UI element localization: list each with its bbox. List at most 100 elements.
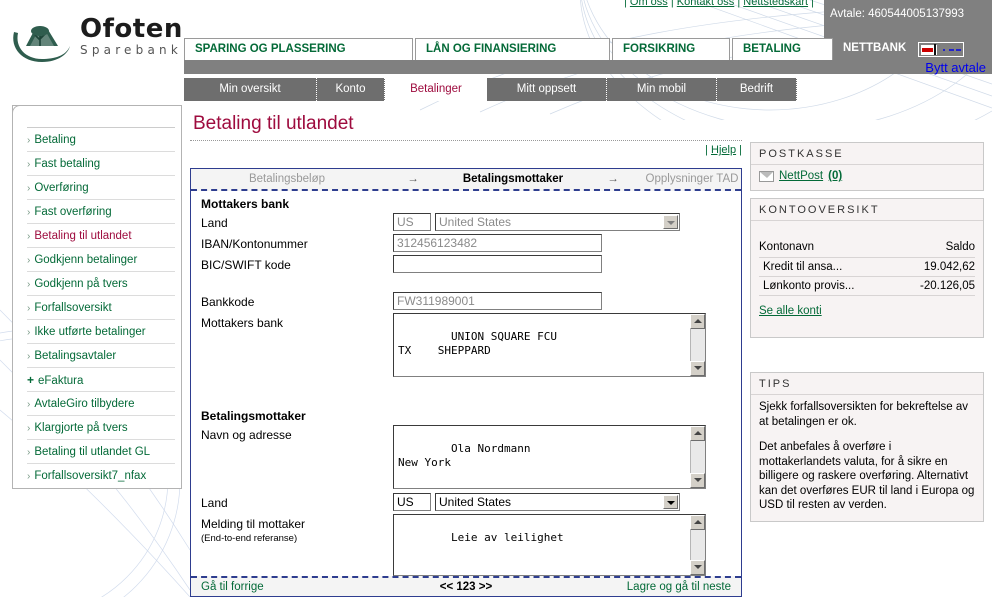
tips-heading: TIPS (751, 373, 983, 395)
nav-nettbank[interactable]: NETTBANK (835, 38, 909, 60)
nav-lan-og-finansiering[interactable]: LÅN OG FINANSIERING (415, 38, 610, 60)
tab-bedrift[interactable]: Bedrift (717, 78, 797, 101)
mottakers-bank-textarea[interactable]: UNION SQUARE FCU TX SHEPPARD (393, 313, 706, 377)
link-nettstedskart[interactable]: Nettstedskart (743, 0, 808, 8)
sidebar-item-fast-betaling[interactable]: › Fast betaling (27, 152, 175, 176)
chevron-right-icon: › (27, 399, 31, 410)
form-body: Mottakers bank Land US United States IBA… (191, 191, 741, 576)
nettpost-link[interactable]: NettPost (779, 170, 823, 182)
tab-mitt-oppsett[interactable]: Mitt oppsett (487, 78, 607, 101)
sidebar-item-forfallsoversikt[interactable]: › Forfallsoversikt (27, 296, 175, 320)
sidebar-item-betalingsavtaler[interactable]: › Betalingsavtaler (27, 344, 175, 368)
step-betalingsbelop[interactable]: Betalingsbeløp (191, 173, 383, 185)
field-row-melding: Melding til mottaker (End-to-end referan… (201, 514, 731, 576)
see-all-accounts[interactable]: Se alle konti (759, 305, 975, 317)
chevron-right-icon: › (27, 135, 31, 146)
nettpost-row[interactable]: NettPost (0) (759, 170, 975, 182)
step-opplysninger-tad[interactable]: Opplysninger TAD (643, 173, 741, 185)
avtale-number: Avtale: 460544005137993 (824, 0, 992, 35)
navn-adresse-textarea[interactable]: Ola Nordmann New York (393, 425, 706, 489)
sidebar-item-ikke-utforte-betalinger[interactable]: › Ikke utførte betalinger (27, 320, 175, 344)
sidebar-item-godkjenn-pa-tvers[interactable]: › Godkjenn på tvers (27, 272, 175, 296)
bank-country-code-input[interactable]: US (393, 213, 431, 231)
iban-input[interactable]: 312456123482 (393, 234, 602, 252)
col-kontonavn: Kontonavn (759, 241, 814, 253)
logo-name: Ofoten (80, 14, 183, 44)
account-row[interactable]: Lønkonto provis... -20.126,05 (759, 277, 975, 296)
payee-country-select-value: United States (439, 495, 512, 509)
help-sep-right: | (739, 144, 742, 156)
sidebar-item-forfallsoversikt7-nfax[interactable]: › Forfallsoversikt7_nfax (27, 464, 175, 488)
chevron-down-icon[interactable] (663, 495, 678, 509)
broken-image-flag-icon[interactable] (918, 42, 964, 57)
step-arrow-icon: → (607, 173, 619, 185)
sidebar-item-avtalegiro-tilbydere[interactable]: › AvtaleGiro tilbydere (27, 392, 175, 416)
bic-swift-input[interactable] (393, 255, 602, 273)
sidebar-item-godkjenn-betalinger[interactable]: › Godkjenn betalinger (27, 248, 175, 272)
utility-links: | Om oss | Kontakt oss | Nettstedskart | (0, 0, 824, 12)
field-row-iban: IBAN/Kontonummer 312456123482 (201, 234, 731, 253)
sidebar-item-fast-overforing[interactable]: › Fast overføring (27, 200, 175, 224)
nettpost-count: (0) (828, 170, 843, 182)
postkasse-body: NettPost (0) (751, 165, 983, 190)
tab-betalinger[interactable]: Betalinger (385, 78, 487, 101)
sub-navigation: Min oversikt Konto Betalinger Mitt oppse… (184, 78, 797, 101)
help-link[interactable]: Hjelp (711, 144, 736, 156)
payee-country-code-input[interactable]: US (393, 493, 431, 511)
field-row-mottakers-bank: Mottakers bank UNION SQUARE FCU TX SHEPP… (201, 313, 731, 377)
chevron-right-icon: › (27, 351, 31, 362)
nav-forsikring[interactable]: FORSIKRING (612, 38, 730, 60)
see-all-accounts-link[interactable]: Se alle konti (759, 305, 822, 317)
col-saldo: Saldo (945, 241, 975, 253)
kontooversikt-body: Kontonavn Saldo Kredit til ansa... 19.04… (751, 221, 983, 337)
link-kontakt-oss[interactable]: Kontakt oss (677, 0, 734, 8)
sidebar-item-efaktura[interactable]: + eFaktura (27, 368, 175, 392)
bank-logo[interactable]: Ofoten Sparebank (8, 14, 183, 74)
tab-min-oversikt[interactable]: Min oversikt (184, 78, 317, 101)
step-arrow-icon: → (407, 173, 419, 185)
sidebar-item-label: Forfallsoversikt7_nfax (34, 470, 147, 482)
melding-textarea[interactable]: Leie av leilighet (393, 514, 706, 576)
scroll-up-button[interactable] (690, 426, 705, 441)
tab-konto[interactable]: Konto (317, 78, 385, 101)
sidebar-item-betaling-til-utlandet[interactable]: › Betaling til utlandet (27, 224, 175, 248)
link-om-oss[interactable]: Om oss (630, 0, 668, 8)
bank-country-select[interactable]: United States (435, 213, 680, 231)
chevron-right-icon: › (27, 423, 31, 434)
tab-min-mobil[interactable]: Min mobil (607, 78, 717, 101)
bankkode-input[interactable]: FW311989001 (393, 292, 602, 310)
sidebar-item-label: Godkjenn på tvers (34, 278, 128, 290)
bytt-avtale-link[interactable]: Bytt avtale (824, 60, 992, 75)
go-to-previous-link[interactable]: Gå til forrige (191, 581, 391, 593)
payee-country-select[interactable]: United States (435, 493, 680, 511)
sidebar-item-klargjorte-pa-tvers[interactable]: › Klargjorte på tvers (27, 416, 175, 440)
sidebar-item-betaling-til-utlandet-gl[interactable]: › Betaling til utlandet GL (27, 440, 175, 464)
scroll-down-button[interactable] (690, 361, 705, 376)
account-name: Kredit til ansa... (763, 261, 843, 273)
sidebar-item-betaling[interactable]: › Betaling (27, 128, 175, 152)
link-sep: | (737, 0, 741, 8)
scroll-up-button[interactable] (690, 515, 705, 530)
pager[interactable]: << 123 >> (391, 581, 541, 593)
sidebar-item-overforing[interactable]: › Overføring (27, 176, 175, 200)
chevron-right-icon: › (27, 303, 31, 314)
scroll-up-button[interactable] (690, 314, 705, 329)
wizard-steps: Betalingsbeløp → Betalingsmottaker → Opp… (191, 169, 741, 191)
payment-form-panel: Betalingsbeløp → Betalingsmottaker → Opp… (190, 168, 742, 597)
nav-betaling[interactable]: BETALING (732, 38, 833, 60)
sidebar-item-label: Betaling (34, 134, 76, 146)
scroll-down-button[interactable] (690, 560, 705, 575)
nav-sparing-og-plassering[interactable]: SPARING OG PLASSERING (184, 38, 413, 60)
tips-paragraph-1: Sjekk forfallsoversikten for bekreftelse… (759, 401, 969, 428)
page-title: Betaling til utlandet (193, 113, 354, 134)
field-row-bankkode: Bankkode FW311989001 (201, 292, 731, 311)
melding-text: Leie av leilighet (450, 531, 564, 544)
scroll-down-button[interactable] (690, 473, 705, 488)
save-and-next-link[interactable]: Lagre og gå til neste (541, 581, 741, 593)
account-row[interactable]: Kredit til ansa... 19.042,62 (759, 258, 975, 277)
chevron-down-icon[interactable] (663, 215, 678, 229)
chevron-right-icon: › (27, 279, 31, 290)
tips-body: Sjekk forfallsoversikten for bekreftelse… (751, 395, 983, 521)
